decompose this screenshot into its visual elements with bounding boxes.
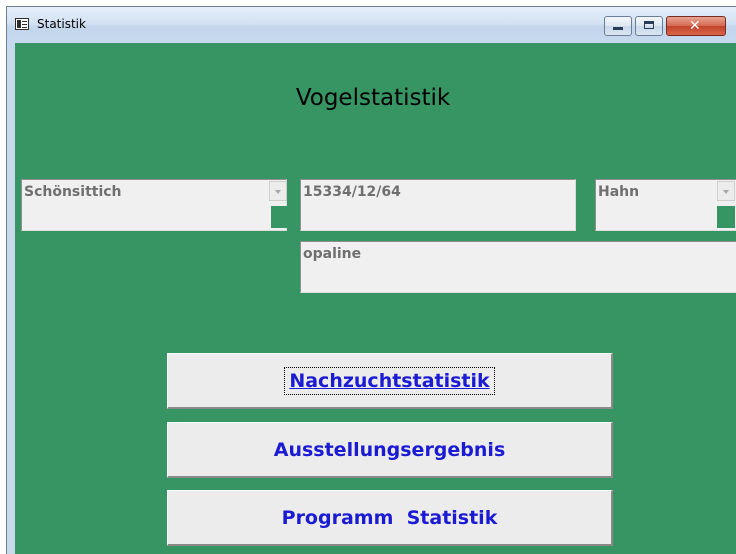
program-statistics-label: Programm Statistik [281, 506, 498, 529]
species-dropdown-arrow-icon[interactable] [269, 181, 287, 201]
sex-dropdown-arrow-icon[interactable] [717, 181, 735, 201]
maximize-icon [644, 21, 654, 29]
window-title: Statistik [37, 17, 86, 31]
maximize-button[interactable] [635, 16, 663, 36]
program-statistics-button[interactable]: Programm Statistik [167, 490, 613, 546]
sex-combo[interactable]: Hahn [595, 179, 736, 231]
exhibition-result-label: Ausstellungsergebnis [273, 438, 506, 461]
page-title: Vogelstatistik [295, 85, 451, 111]
species-color-swatch [271, 206, 289, 228]
statistik-window: Statistik ✕ Vogelstatistik Schönsittich … [6, 6, 736, 554]
form-body: Vogelstatistik Schönsittich 15334/12/64 … [15, 43, 736, 554]
ring-number-field[interactable]: 15334/12/64 [300, 179, 576, 231]
close-icon: ✕ [689, 18, 701, 34]
close-button[interactable]: ✕ [666, 16, 726, 36]
breeding-statistics-button[interactable]: Nachzuchtstatistik [167, 353, 613, 409]
species-combo[interactable]: Schönsittich [21, 179, 289, 231]
form-icon [15, 18, 29, 30]
minimize-button[interactable] [604, 16, 632, 36]
exhibition-result-button[interactable]: Ausstellungsergebnis [167, 422, 613, 478]
ring-number-value: 15334/12/64 [303, 184, 401, 200]
sex-color-swatch [717, 206, 735, 228]
minimize-icon [613, 27, 623, 30]
color-variety-value: opaline [303, 246, 362, 262]
color-variety-field[interactable]: opaline [300, 241, 736, 293]
species-value: Schönsittich [24, 184, 122, 200]
sex-value: Hahn [598, 184, 640, 200]
breeding-statistics-label: Nachzuchtstatistik [284, 366, 495, 395]
title-bar[interactable]: Statistik ✕ [7, 7, 736, 43]
